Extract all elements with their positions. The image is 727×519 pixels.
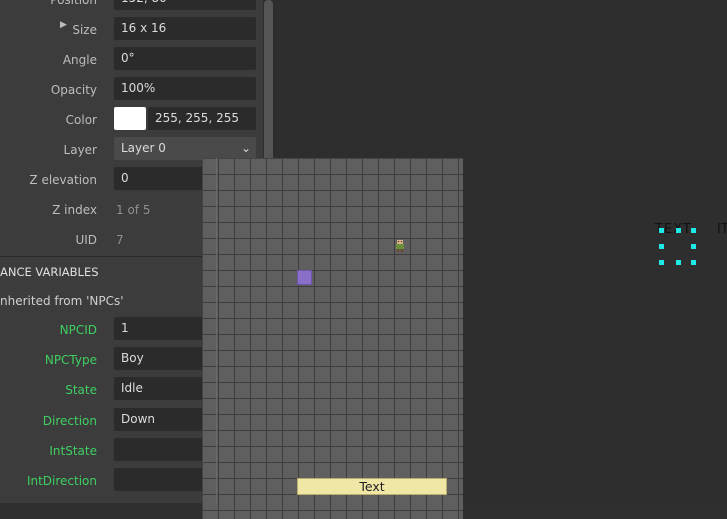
layout-margin-line xyxy=(216,158,217,503)
color-swatch[interactable] xyxy=(114,107,146,130)
instance-var-value: Idle xyxy=(121,381,143,395)
prop-row-color: Color 255, 255, 255 xyxy=(0,106,263,136)
color-field[interactable]: 255, 255, 255 xyxy=(148,107,256,130)
layout-grid[interactable] xyxy=(202,158,463,519)
npc-sprite[interactable] xyxy=(395,240,405,252)
instance-var-label: NPCID xyxy=(59,323,97,337)
instance-var-value: Down xyxy=(121,412,156,426)
prop-row-position: Position 152, 80 xyxy=(0,0,263,16)
z-index-label: Z index xyxy=(52,203,97,217)
purple-sprite-instance[interactable] xyxy=(297,270,312,285)
selection-handle[interactable] xyxy=(676,260,681,265)
z-index-value: 1 of 5 xyxy=(116,203,151,217)
selection-handle[interactable] xyxy=(691,244,696,249)
instance-var-value: Boy xyxy=(121,351,144,365)
instance-var-label: State xyxy=(65,383,97,397)
inherited-from-label: nherited from 'NPCs' xyxy=(0,294,124,308)
triangle-right-icon[interactable]: ▶ xyxy=(60,20,67,30)
prop-row-angle: Angle 0° xyxy=(0,46,263,76)
selection-handle[interactable] xyxy=(691,228,696,233)
size-label: Size xyxy=(72,23,97,37)
uid-value: 7 xyxy=(116,233,124,247)
position-field[interactable]: 152, 80 xyxy=(114,0,256,10)
chevron-down-icon: ⌄ xyxy=(240,141,251,155)
layer-select[interactable]: Layer 0 ⌄ xyxy=(114,137,256,160)
opacity-label: Opacity xyxy=(50,83,97,97)
instance-var-label: Direction xyxy=(42,414,97,428)
selection-handle[interactable] xyxy=(676,228,681,233)
selection-handle[interactable] xyxy=(659,244,664,249)
prop-row-size: ▶ Size 16 x 16 xyxy=(0,16,263,46)
instance-var-label: IntDirection xyxy=(26,474,97,488)
selection-handle[interactable] xyxy=(659,260,664,265)
instance-var-label: IntState xyxy=(49,444,97,458)
selection-handle[interactable] xyxy=(691,260,696,265)
text-object-instance[interactable]: Text xyxy=(297,478,447,495)
angle-field[interactable]: 0° xyxy=(114,47,256,70)
position-label: Position xyxy=(50,0,97,7)
uid-label: UID xyxy=(75,233,97,247)
instance-var-label: NPCType xyxy=(44,353,97,367)
layer-select-value: Layer 0 xyxy=(121,141,166,155)
opacity-field[interactable]: 100% xyxy=(114,77,256,100)
selection-handle[interactable] xyxy=(659,228,664,233)
angle-label: Angle xyxy=(62,53,97,67)
color-label: Color xyxy=(65,113,97,127)
size-field[interactable]: 16 x 16 xyxy=(114,17,256,40)
text-label-instance[interactable]: IT xyxy=(717,222,727,237)
z-elevation-label: Z elevation xyxy=(29,173,97,187)
layer-label: Layer xyxy=(63,143,97,157)
prop-row-opacity: Opacity 100% xyxy=(0,76,263,106)
